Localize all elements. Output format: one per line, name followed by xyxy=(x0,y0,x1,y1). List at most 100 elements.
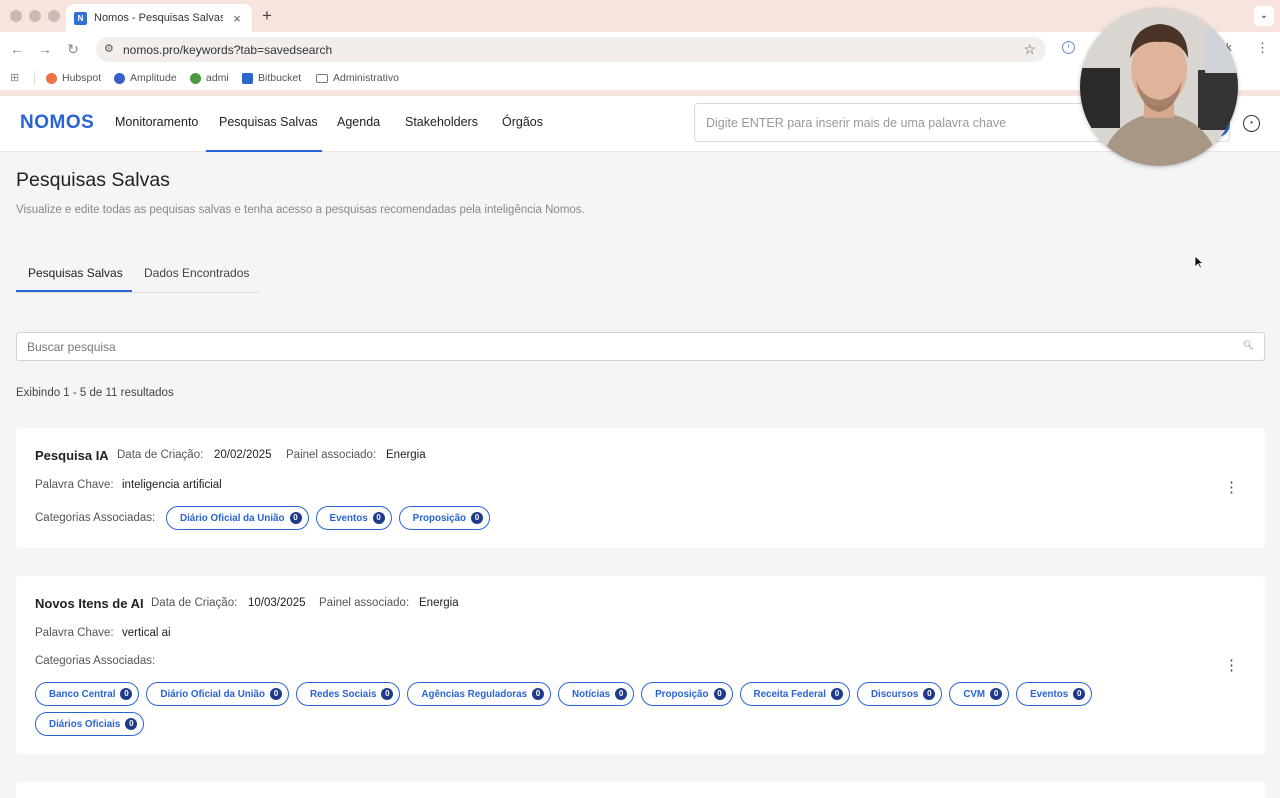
panel-value: Energia xyxy=(419,597,459,609)
chip-label: Eventos xyxy=(1030,688,1069,700)
chip-label: Proposição xyxy=(655,688,709,700)
category-chip[interactable]: Eventos 0 xyxy=(1016,682,1093,706)
chip-label: Notícias xyxy=(572,688,611,700)
nav-orgaos[interactable]: Órgãos xyxy=(502,115,543,129)
category-chip[interactable]: Diários Oficiais 0 xyxy=(35,712,145,736)
folder-icon xyxy=(316,73,328,83)
nav-pesquisas-salvas[interactable]: Pesquisas Salvas xyxy=(219,115,318,129)
search-icon[interactable]: 🔍︎ xyxy=(1243,340,1254,351)
category-chip[interactable]: Diário Oficial da União 0 xyxy=(166,506,309,530)
category-chips: Diário Oficial da União 0 Eventos 0 Propos… xyxy=(166,506,491,530)
category-chip[interactable]: Proposição 0 xyxy=(641,682,733,706)
category-chip[interactable]: Eventos 0 xyxy=(315,506,392,530)
chip-count-badge: 0 xyxy=(471,512,484,524)
nav-agenda[interactable]: Agenda xyxy=(337,115,380,129)
chip-count-badge: 0 xyxy=(269,688,282,700)
chip-count-badge: 0 xyxy=(830,688,843,700)
window-controls xyxy=(10,10,60,22)
chip-label: Discursos xyxy=(870,688,919,700)
mouse-cursor-icon xyxy=(1194,255,1204,269)
bitbucket-icon xyxy=(242,72,253,84)
apps-grid-icon[interactable]: ⊞ xyxy=(10,71,19,84)
chip-label: Diários Oficiais xyxy=(49,718,121,730)
chip-count-badge: 0 xyxy=(1073,688,1086,700)
category-chip[interactable]: Banco Central 0 xyxy=(35,682,140,706)
address-url[interactable]: nomos.pro/keywords?tab=savedsearch xyxy=(123,43,332,57)
tab-dados-encontrados[interactable]: Dados Encontrados xyxy=(144,266,249,280)
saved-search-card: Novos Itens de AI Data de Criação: 10/03… xyxy=(16,576,1265,754)
amplitude-icon xyxy=(114,72,125,84)
search-name[interactable]: Pesquisa IA xyxy=(35,448,109,463)
more-options-icon[interactable]: ⋮ xyxy=(1224,658,1239,673)
category-chip[interactable]: Discursos 0 xyxy=(856,682,943,706)
created-date: 10/03/2025 xyxy=(248,597,306,609)
chip-label: Banco Central xyxy=(49,688,116,700)
tab-pesquisas-salvas[interactable]: Pesquisas Salvas xyxy=(28,266,123,280)
close-tab-icon[interactable]: × xyxy=(230,11,244,26)
category-chip[interactable]: Proposição 0 xyxy=(398,506,491,530)
chip-count-badge: 0 xyxy=(532,688,545,700)
saved-search-card: Pesquisa IA Data de Criação: 20/02/2025 … xyxy=(16,428,1265,548)
tab-search-chevron-icon[interactable]: ⌄ xyxy=(1254,6,1274,26)
chip-label: Proposição xyxy=(412,512,467,524)
chip-count-badge: 0 xyxy=(615,688,628,700)
active-tab-indicator xyxy=(16,290,132,292)
category-chips: Banco Central 0 Diário Oficial da União 0 … xyxy=(35,682,1155,736)
close-window-button[interactable] xyxy=(10,10,22,22)
panel-label: Painel associado: xyxy=(286,449,377,461)
site-info-icon[interactable]: ⚙ xyxy=(104,42,114,55)
search-name[interactable]: Novos Itens de AI xyxy=(35,596,144,611)
extension-icon[interactable]: i xyxy=(1062,41,1075,54)
webcam-overlay xyxy=(1080,8,1238,166)
keyword-label: Palavra Chave: xyxy=(35,627,114,639)
reload-icon[interactable]: ↻ xyxy=(64,41,82,58)
bookmark-hubspot[interactable]: Hubspot xyxy=(46,72,101,84)
nav-monitoramento[interactable]: Monitoramento xyxy=(115,115,198,129)
chip-count-badge: 0 xyxy=(372,512,385,524)
category-chip[interactable]: Redes Sociais 0 xyxy=(295,682,401,706)
bookmark-bitbucket[interactable]: Bitbucket xyxy=(242,72,301,84)
chip-label: CVM xyxy=(963,688,986,700)
nav-stakeholders[interactable]: Stakeholders xyxy=(405,115,478,129)
bookmark-admi[interactable]: admi xyxy=(190,72,229,84)
page-subtitle: Visualize e edite todas as pequisas salv… xyxy=(16,204,585,216)
category-chip[interactable]: Receita Federal 0 xyxy=(739,682,850,706)
category-chip[interactable]: Agências Reguladoras 0 xyxy=(407,682,552,706)
browser-tab-active[interactable]: N Nomos - Pesquisas Salvas × xyxy=(66,4,252,32)
bookmark-label: Bitbucket xyxy=(258,72,302,84)
bookmark-star-icon[interactable]: ☆ xyxy=(1023,41,1036,58)
chip-label: Agências Reguladoras xyxy=(421,688,528,700)
chip-count-badge: 0 xyxy=(713,688,726,700)
new-tab-icon[interactable]: + xyxy=(258,6,276,26)
keyword-search-placeholder: Digite ENTER para inserir mais de uma pa… xyxy=(706,116,1007,130)
category-chip[interactable]: Notícias 0 xyxy=(558,682,635,706)
maximize-window-button[interactable] xyxy=(48,10,60,22)
bookmark-administrativo[interactable]: Administrativo xyxy=(316,72,399,84)
search-filter-input[interactable]: Buscar pesquisa 🔍︎ xyxy=(16,332,1265,361)
browser-tab-title: Nomos - Pesquisas Salvas xyxy=(94,12,223,24)
user-profile-icon[interactable]: • xyxy=(1243,115,1260,132)
tab-bar: N Nomos - Pesquisas Salvas × + ⌄ xyxy=(0,0,1280,32)
minimize-window-button[interactable] xyxy=(29,10,41,22)
back-icon[interactable]: ← xyxy=(8,41,26,57)
category-chip[interactable]: Diário Oficial da União 0 xyxy=(146,682,289,706)
address-bar[interactable]: ⚙ nomos.pro/keywords?tab=savedsearch ☆ xyxy=(96,37,1046,62)
nomos-logo[interactable]: NOMOS xyxy=(20,112,94,134)
nomos-favicon-icon: N xyxy=(74,11,87,25)
chip-count-badge: 0 xyxy=(125,718,138,730)
bookmark-amplitude[interactable]: Amplitude xyxy=(114,72,177,84)
categories-label: Categorias Associadas: xyxy=(35,512,156,524)
forward-icon[interactable]: → xyxy=(36,41,54,57)
chip-label: Diário Oficial da União xyxy=(160,688,265,700)
category-chip[interactable]: CVM 0 xyxy=(949,682,1010,706)
presenter-video-image xyxy=(1080,8,1238,166)
page-title: Pesquisas Salvas xyxy=(16,169,170,191)
bookmark-label: admi xyxy=(206,72,229,84)
created-date: 20/02/2025 xyxy=(214,449,272,461)
browser-menu-icon[interactable]: ⋮ xyxy=(1256,40,1269,56)
bookmark-label: Administrativo xyxy=(333,72,399,84)
more-options-icon[interactable]: ⋮ xyxy=(1224,480,1239,495)
active-nav-indicator xyxy=(206,150,322,152)
chip-label: Receita Federal xyxy=(753,688,826,700)
bookmark-label: Hubspot xyxy=(62,72,102,84)
